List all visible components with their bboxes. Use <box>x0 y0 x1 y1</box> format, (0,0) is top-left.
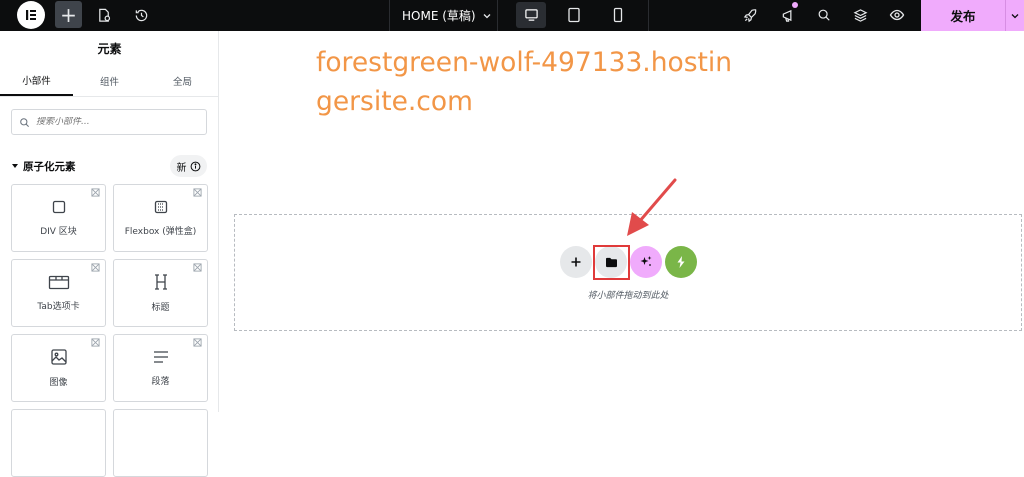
top-bar: + HOME (草稿) 发布 <box>0 0 1024 31</box>
new-badge[interactable]: 新 <box>170 155 207 177</box>
widget-tabs[interactable]: Tab选项卡 <box>11 259 106 327</box>
search-icon[interactable] <box>814 5 834 25</box>
widget-label: 图像 <box>49 378 68 388</box>
widget-partial[interactable] <box>113 409 208 477</box>
page-title: HOME (草稿) <box>402 9 476 23</box>
tablet-icon[interactable] <box>564 5 584 25</box>
new-badge-label: 新 <box>176 162 187 174</box>
kit-icon <box>677 256 685 268</box>
pro-lock-icon <box>91 263 100 272</box>
widget-paragraph[interactable]: 段落 <box>113 334 208 402</box>
category-label: 原子化元素 <box>23 160 76 173</box>
panel-title: 元素 <box>97 42 122 56</box>
preview-icon[interactable] <box>887 5 907 25</box>
paragraph-icon <box>153 351 168 363</box>
notification-dot <box>792 2 798 8</box>
caret-down-icon <box>12 164 18 168</box>
elements-panel: 元素 小部件 组件 全局 原子化元素 新 DIV 区块 Flexbox (弹性盒… <box>0 31 219 477</box>
widget-label: Tab选项卡 <box>37 302 80 312</box>
widget-heading[interactable]: 标题 <box>113 259 208 327</box>
separator <box>648 0 649 31</box>
annotation-arrow <box>627 178 677 236</box>
publish-button[interactable]: 发布 <box>921 0 1005 31</box>
add-section-icon <box>571 257 581 267</box>
page-title-selector[interactable]: HOME (草稿) <box>390 0 495 31</box>
widget-flexbox[interactable]: Flexbox (弹性盒) <box>113 184 208 252</box>
tab-components[interactable]: 组件 <box>73 66 146 96</box>
widget-label: 标题 <box>151 303 170 313</box>
heading-icon <box>154 274 167 290</box>
search-icon <box>20 117 29 127</box>
tab-globals[interactable]: 全局 <box>146 66 219 96</box>
add-section-button[interactable] <box>560 246 592 278</box>
elementor-logo-icon[interactable] <box>17 1 45 29</box>
history-icon[interactable] <box>131 5 151 25</box>
widget-search <box>11 109 207 135</box>
category-header[interactable]: 原子化元素 新 <box>11 154 208 178</box>
widget-partial[interactable] <box>11 409 106 477</box>
rocket-icon[interactable] <box>740 5 760 25</box>
search-input[interactable] <box>36 117 186 127</box>
kit-button[interactable] <box>665 246 697 278</box>
site-title[interactable]: forestgreen-wolf-497133.hostingersite.co… <box>316 43 736 121</box>
publish-options-button[interactable] <box>1005 0 1024 31</box>
mobile-icon[interactable] <box>608 5 628 25</box>
widget-label: DIV 区块 <box>40 227 77 237</box>
page-settings-icon[interactable] <box>94 5 114 25</box>
highlight-box <box>593 245 630 280</box>
drop-here-label: 将小部件拖动到此处 <box>587 291 669 301</box>
pro-lock-icon <box>193 188 202 197</box>
widget-image[interactable]: 图像 <box>11 334 106 402</box>
structure-icon[interactable] <box>850 5 870 25</box>
pro-lock-icon <box>193 263 202 272</box>
image-icon <box>50 349 67 365</box>
widget-label: Flexbox (弹性盒) <box>124 227 197 237</box>
ai-button[interactable] <box>630 246 662 278</box>
panel-tabs: 小部件 组件 全局 <box>0 66 219 97</box>
tab-widgets[interactable]: 小部件 <box>0 66 73 96</box>
desktop-icon[interactable] <box>520 5 542 25</box>
ai-icon <box>640 256 652 266</box>
widget-label: 段落 <box>151 377 170 387</box>
chevron-down-icon <box>483 13 491 18</box>
flexbox-icon <box>154 200 167 214</box>
pro-lock-icon <box>91 188 100 197</box>
info-icon <box>190 161 200 171</box>
separator <box>497 0 498 31</box>
notifications-icon[interactable] <box>778 5 798 25</box>
add-element-icon[interactable]: + <box>55 1 82 28</box>
tabs-icon <box>48 275 69 290</box>
div-block-icon <box>52 200 65 214</box>
pro-lock-icon <box>91 338 100 347</box>
pro-lock-icon <box>193 338 202 347</box>
widget-div-block[interactable]: DIV 区块 <box>11 184 106 252</box>
chevron-down-icon <box>1011 13 1019 18</box>
